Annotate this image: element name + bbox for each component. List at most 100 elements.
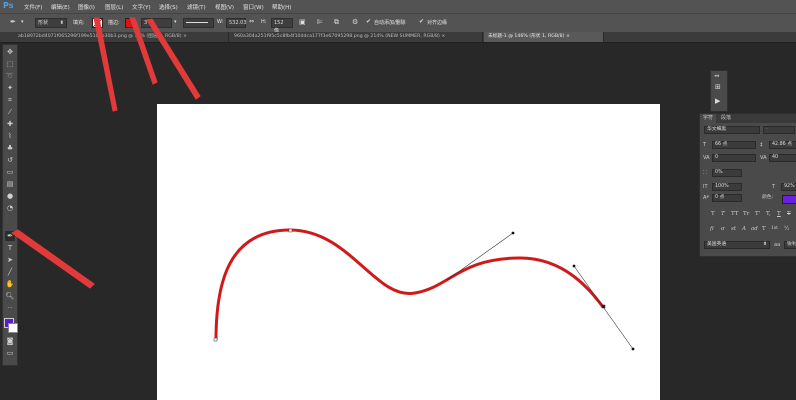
- vertical-scale-field[interactable]: 100%: [712, 183, 742, 191]
- menu-item-window[interactable]: 窗口(W): [243, 3, 264, 11]
- path-selection-tool-icon[interactable]: ➤: [5, 255, 15, 265]
- more-tools-icon[interactable]: ···: [5, 303, 15, 313]
- small-caps-button[interactable]: Tr: [743, 211, 749, 217]
- language-select[interactable]: 美国英语 ⬍: [704, 241, 770, 249]
- annotation-arrow: [11, 229, 95, 289]
- menu-item-edit[interactable]: 编辑(E): [51, 3, 70, 11]
- stroke-color-swatch[interactable]: [125, 18, 136, 28]
- type-tool-icon[interactable]: T: [5, 243, 15, 253]
- pen-tool-icon[interactable]: ✒: [10, 18, 16, 26]
- eraser-tool-icon[interactable]: ▭: [5, 167, 15, 177]
- menu-item-view[interactable]: 视图(V): [215, 3, 234, 11]
- faux-bold-button[interactable]: T: [711, 211, 715, 217]
- pen-tool-icon[interactable]: ✒: [5, 231, 15, 241]
- stroke-label: 描边:: [108, 20, 120, 26]
- auto-add-delete-checkbox[interactable]: ✔: [366, 18, 371, 26]
- tools-panel: ✥ ⬚ ➰ ✦ ⌗ ⁄ ✚ ⌇ ♣ ↺ ▭ ▤ ● ◔ ✒ T ➤ ╱ ✋ 🔍︎…: [2, 44, 18, 366]
- link-icon[interactable]: ⇔: [249, 18, 254, 26]
- lasso-tool-icon[interactable]: ➰: [5, 71, 15, 81]
- tab-character[interactable]: 字符: [700, 114, 717, 123]
- fractions-button[interactable]: ½: [784, 226, 789, 232]
- anti-alias-select[interactable]: 锐利: [784, 241, 796, 249]
- document-tab-active[interactable]: 未标题-1 @ 146% (形状 1, RGB/8) ×: [484, 32, 604, 42]
- baseline-shift-field[interactable]: 0 点: [712, 194, 742, 202]
- strikethrough-button[interactable]: T: [787, 211, 791, 217]
- discretionary-ligature-button[interactable]: st: [731, 226, 736, 232]
- healing-brush-tool-icon[interactable]: ✚: [5, 119, 15, 129]
- move-tool-icon[interactable]: ✥: [5, 47, 15, 57]
- path-alignment-icon[interactable]: ⊫: [317, 18, 323, 26]
- titling-alternates-button[interactable]: T: [762, 226, 766, 232]
- history-icon[interactable]: ⊞: [715, 83, 721, 91]
- height-field[interactable]: 152 像: [271, 18, 293, 34]
- screen-mode-icon[interactable]: ▭: [5, 348, 15, 358]
- chevron-down-icon[interactable]: ▾: [21, 18, 24, 26]
- blur-tool-icon[interactable]: ●: [5, 191, 15, 201]
- fill-swatch[interactable]: [92, 18, 103, 28]
- magic-wand-tool-icon[interactable]: ✦: [5, 83, 15, 93]
- leading-field[interactable]: 42.86 点: [769, 141, 796, 149]
- quick-mask-icon[interactable]: ◙: [5, 336, 15, 346]
- marquee-tool-icon[interactable]: ⬚: [5, 59, 15, 69]
- font-family-select[interactable]: 华文细黑: [704, 126, 760, 134]
- font-style-select[interactable]: -: [763, 126, 795, 134]
- close-icon[interactable]: ×: [183, 34, 187, 39]
- path-arrangement-icon[interactable]: ⧉: [334, 18, 339, 26]
- ligature-button[interactable]: fi: [710, 226, 714, 232]
- ordinals-button[interactable]: 1st: [771, 226, 778, 231]
- subscript-button[interactable]: T,: [766, 211, 771, 217]
- hand-tool-icon[interactable]: ✋: [5, 279, 15, 289]
- gradient-tool-icon[interactable]: ▤: [5, 179, 15, 189]
- tracking-field[interactable]: 40: [769, 154, 796, 162]
- dodge-tool-icon[interactable]: ◔: [5, 203, 15, 213]
- character-panel: 字符 段落 华文细黑 - T 66 点 ‡ 42.86 点 VA 0 VA 40…: [699, 113, 796, 257]
- faux-italic-button[interactable]: T: [721, 211, 725, 217]
- brush-tool-icon[interactable]: ⌇: [5, 131, 15, 141]
- stroke-type-select[interactable]: [183, 18, 214, 28]
- zoom-tool-icon[interactable]: 🔍︎: [5, 291, 15, 301]
- menu-item-layer[interactable]: 图层(L): [105, 3, 123, 11]
- tool-mode-select[interactable]: 形状 ⬍: [35, 18, 67, 28]
- width-field[interactable]: 532.03: [226, 18, 247, 28]
- close-icon[interactable]: ×: [566, 34, 570, 39]
- proportional-spacing-icon: ⸬: [703, 170, 708, 176]
- crop-tool-icon[interactable]: ⌗: [5, 95, 15, 105]
- history-brush-tool-icon[interactable]: ↺: [5, 155, 15, 165]
- fill-label: 填充:: [73, 20, 85, 26]
- menu-bar: Ps 文件(F) 编辑(E) 图像(I) 图层(L) 文字(Y) 选择(S) 滤…: [0, 0, 796, 13]
- menu-item-file[interactable]: 文件(F): [24, 3, 42, 11]
- menu-item-image[interactable]: 图像(I): [78, 3, 95, 11]
- canvas-document[interactable]: [157, 104, 660, 400]
- app-logo: Ps: [3, 1, 14, 10]
- proportional-spacing-field[interactable]: 0%: [712, 169, 742, 177]
- menu-item-help[interactable]: 帮助(H): [272, 3, 291, 11]
- background-color-swatch[interactable]: [8, 323, 18, 333]
- actions-play-icon[interactable]: ▶: [715, 97, 720, 105]
- chevron-down-icon[interactable]: ▾: [174, 18, 177, 26]
- collapse-icon[interactable]: ◂◂: [714, 73, 719, 79]
- menu-item-type[interactable]: 文字(Y): [132, 3, 151, 11]
- font-size-field[interactable]: 66 点: [712, 141, 756, 149]
- superscript-button[interactable]: T': [755, 211, 760, 217]
- tab-paragraph[interactable]: 段落: [718, 114, 734, 123]
- kerning-field[interactable]: 0: [712, 154, 756, 162]
- underline-button[interactable]: T: [777, 211, 781, 217]
- contextual-alternates-button[interactable]: σ: [721, 226, 725, 232]
- menu-item-select[interactable]: 选择(S): [159, 3, 178, 11]
- clone-stamp-tool-icon[interactable]: ♣: [5, 143, 15, 153]
- all-caps-button[interactable]: TT: [731, 211, 738, 217]
- swash-button[interactable]: A: [742, 226, 746, 232]
- horizontal-scale-field[interactable]: 92%: [781, 183, 796, 191]
- eyedropper-tool-icon[interactable]: ⁄: [5, 107, 15, 117]
- stylistic-alternates-button[interactable]: ad: [751, 226, 758, 232]
- document-tab[interactable]: ab18972bd4071f065296f199e510eb30b3.png @…: [14, 32, 229, 42]
- text-color-swatch[interactable]: [782, 195, 796, 204]
- align-edges-checkbox[interactable]: ✔: [419, 18, 424, 26]
- menu-item-filter[interactable]: 滤镜(T): [187, 3, 206, 11]
- stroke-width-field[interactable]: 3 点: [141, 18, 172, 28]
- document-tab[interactable]: 960a304a251f95c5c8fb4f10ddca177f3e670952…: [230, 32, 483, 42]
- line-tool-icon[interactable]: ╱: [5, 267, 15, 277]
- path-operations-icon[interactable]: ▣: [299, 18, 306, 26]
- close-icon[interactable]: ×: [441, 34, 445, 39]
- gear-icon[interactable]: ⚙: [352, 18, 358, 26]
